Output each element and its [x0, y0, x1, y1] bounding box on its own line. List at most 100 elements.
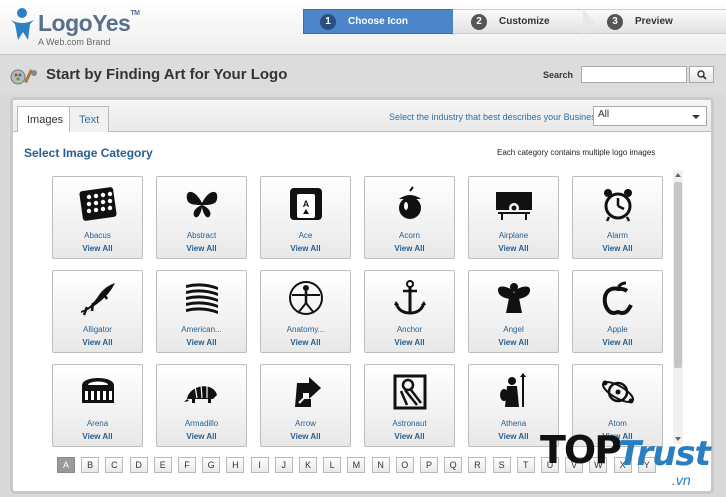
view-all-link[interactable]: View All — [469, 338, 558, 347]
acorn-icon — [399, 186, 421, 219]
arrow-icon — [295, 377, 321, 407]
atom-icon — [601, 380, 635, 404]
letter-r-button[interactable]: R — [468, 457, 487, 473]
logo[interactable]: LogoYesTM A Web.com Brand — [8, 4, 140, 50]
letter-o-button[interactable]: O — [395, 457, 414, 473]
anchor-icon — [394, 280, 426, 315]
category-tile-alligator[interactable]: Alligator View All — [52, 270, 143, 353]
letter-p-button[interactable]: P — [420, 457, 438, 473]
category-name: Armadillo — [184, 419, 219, 428]
butterfly-icon — [186, 191, 218, 218]
step-number: 1 — [320, 13, 336, 30]
category-tile-apple[interactable]: Apple View All — [572, 270, 663, 353]
category-name: Abacus — [84, 231, 111, 240]
vitruvian-man-icon — [289, 281, 323, 315]
category-name: American... — [181, 325, 222, 334]
category-tile-anchor[interactable]: Anchor View All — [364, 270, 455, 353]
step-preview[interactable]: 3 Preview — [583, 9, 726, 34]
view-all-link[interactable]: View All — [261, 338, 350, 347]
step-label: Customize — [499, 16, 550, 27]
category-tile-airplane[interactable]: Airplane View All — [468, 176, 559, 259]
category-tile-abacus[interactable]: Abacus View All — [52, 176, 143, 259]
search-input[interactable] — [581, 66, 687, 83]
view-all-link[interactable]: View All — [573, 338, 662, 347]
search-label: Search — [543, 70, 574, 80]
letter-t-button[interactable]: T — [516, 457, 535, 473]
step-number: 2 — [471, 13, 487, 30]
letter-j-button[interactable]: J — [274, 457, 293, 473]
category-tile-ace[interactable]: A Ace View All — [260, 176, 351, 259]
view-all-link[interactable]: View All — [53, 244, 142, 253]
category-tile-armadillo[interactable]: Armadillo View All — [156, 364, 247, 447]
category-tile-anatomy[interactable]: Anatomy... View All — [260, 270, 351, 353]
view-all-link[interactable]: View All — [365, 432, 454, 441]
letter-a-button[interactable]: A — [57, 457, 75, 473]
ace-card-icon: A — [290, 188, 322, 220]
arena-icon — [82, 378, 114, 403]
view-all-link[interactable]: View All — [261, 244, 350, 253]
category-tile-alarm[interactable]: Alarm View All — [572, 176, 663, 259]
step-customize[interactable]: 2 Customize — [453, 9, 595, 35]
category-name: Athena — [500, 419, 527, 428]
letter-m-button[interactable]: M — [347, 457, 366, 473]
view-all-link[interactable]: View All — [157, 338, 246, 347]
armadillo-icon — [184, 383, 217, 403]
watermark-logo: TOP Trust .vn — [540, 428, 726, 494]
view-all-link[interactable]: View All — [365, 338, 454, 347]
category-tile-abstract[interactable]: Abstract View All — [156, 176, 247, 259]
view-all-link[interactable]: View All — [157, 432, 246, 441]
view-all-link[interactable]: View All — [261, 432, 350, 441]
industry-select[interactable]: All — [593, 106, 707, 126]
view-all-link[interactable]: View All — [53, 338, 142, 347]
letter-c-button[interactable]: C — [105, 457, 124, 473]
letter-e-button[interactable]: E — [153, 457, 172, 473]
category-name: Acorn — [399, 231, 420, 240]
step-number: 3 — [607, 13, 623, 30]
category-name: Arrow — [295, 419, 316, 428]
apple-icon — [602, 281, 633, 315]
category-grid: Abacus View All Abstract View All A Ace … — [52, 176, 672, 456]
letter-d-button[interactable]: D — [129, 457, 148, 473]
letter-s-button[interactable]: S — [492, 457, 511, 473]
angel-icon — [497, 283, 531, 313]
tab-text[interactable]: Text — [69, 106, 110, 132]
letter-l-button[interactable]: L — [323, 457, 342, 473]
letter-q-button[interactable]: Q — [444, 457, 463, 473]
step-choose-icon[interactable]: 1 Choose Icon — [303, 9, 464, 35]
view-all-link[interactable]: View All — [573, 244, 662, 253]
logo-subtitle: A Web.com Brand — [38, 37, 111, 47]
category-tile-arena[interactable]: Arena View All — [52, 364, 143, 447]
category-tile-acorn[interactable]: Acorn View All — [364, 176, 455, 259]
letter-g-button[interactable]: G — [202, 457, 221, 473]
category-name: Abstract — [186, 231, 217, 240]
letter-f-button[interactable]: F — [178, 457, 196, 473]
category-tile-arrow[interactable]: Arrow View All — [260, 364, 351, 447]
category-tile-astronaut[interactable]: Astronaut View All — [364, 364, 455, 447]
page-title: Start by Finding Art for Your Logo — [46, 66, 288, 83]
letter-k-button[interactable]: K — [299, 457, 317, 473]
search-button[interactable] — [689, 66, 714, 83]
category-name: Apple — [607, 325, 628, 334]
category-tile-angel[interactable]: Angel View All — [468, 270, 559, 353]
category-name: Atom — [608, 419, 627, 428]
category-name: Anchor — [396, 325, 423, 334]
scroll-up-icon[interactable] — [675, 173, 681, 177]
category-name: Angel — [503, 325, 524, 334]
letter-b-button[interactable]: B — [81, 457, 100, 473]
tab-images[interactable]: Images — [17, 106, 74, 132]
view-all-link[interactable]: View All — [53, 432, 142, 441]
title-bar: Start by Finding Art for Your Logo Searc… — [0, 56, 726, 94]
grid-scrollbar[interactable] — [673, 170, 683, 444]
letter-n-button[interactable]: N — [371, 457, 390, 473]
watermark-top: TOP — [540, 428, 622, 472]
alarm-clock-icon — [604, 189, 632, 222]
letter-i-button[interactable]: I — [250, 457, 269, 473]
search-icon — [696, 69, 707, 80]
art-tools-icon — [10, 69, 37, 85]
category-tile-american[interactable]: American... View All — [156, 270, 247, 353]
view-all-link[interactable]: View All — [157, 244, 246, 253]
scroll-thumb[interactable] — [674, 182, 682, 368]
view-all-link[interactable]: View All — [469, 244, 558, 253]
view-all-link[interactable]: View All — [365, 244, 454, 253]
letter-h-button[interactable]: H — [226, 457, 245, 473]
